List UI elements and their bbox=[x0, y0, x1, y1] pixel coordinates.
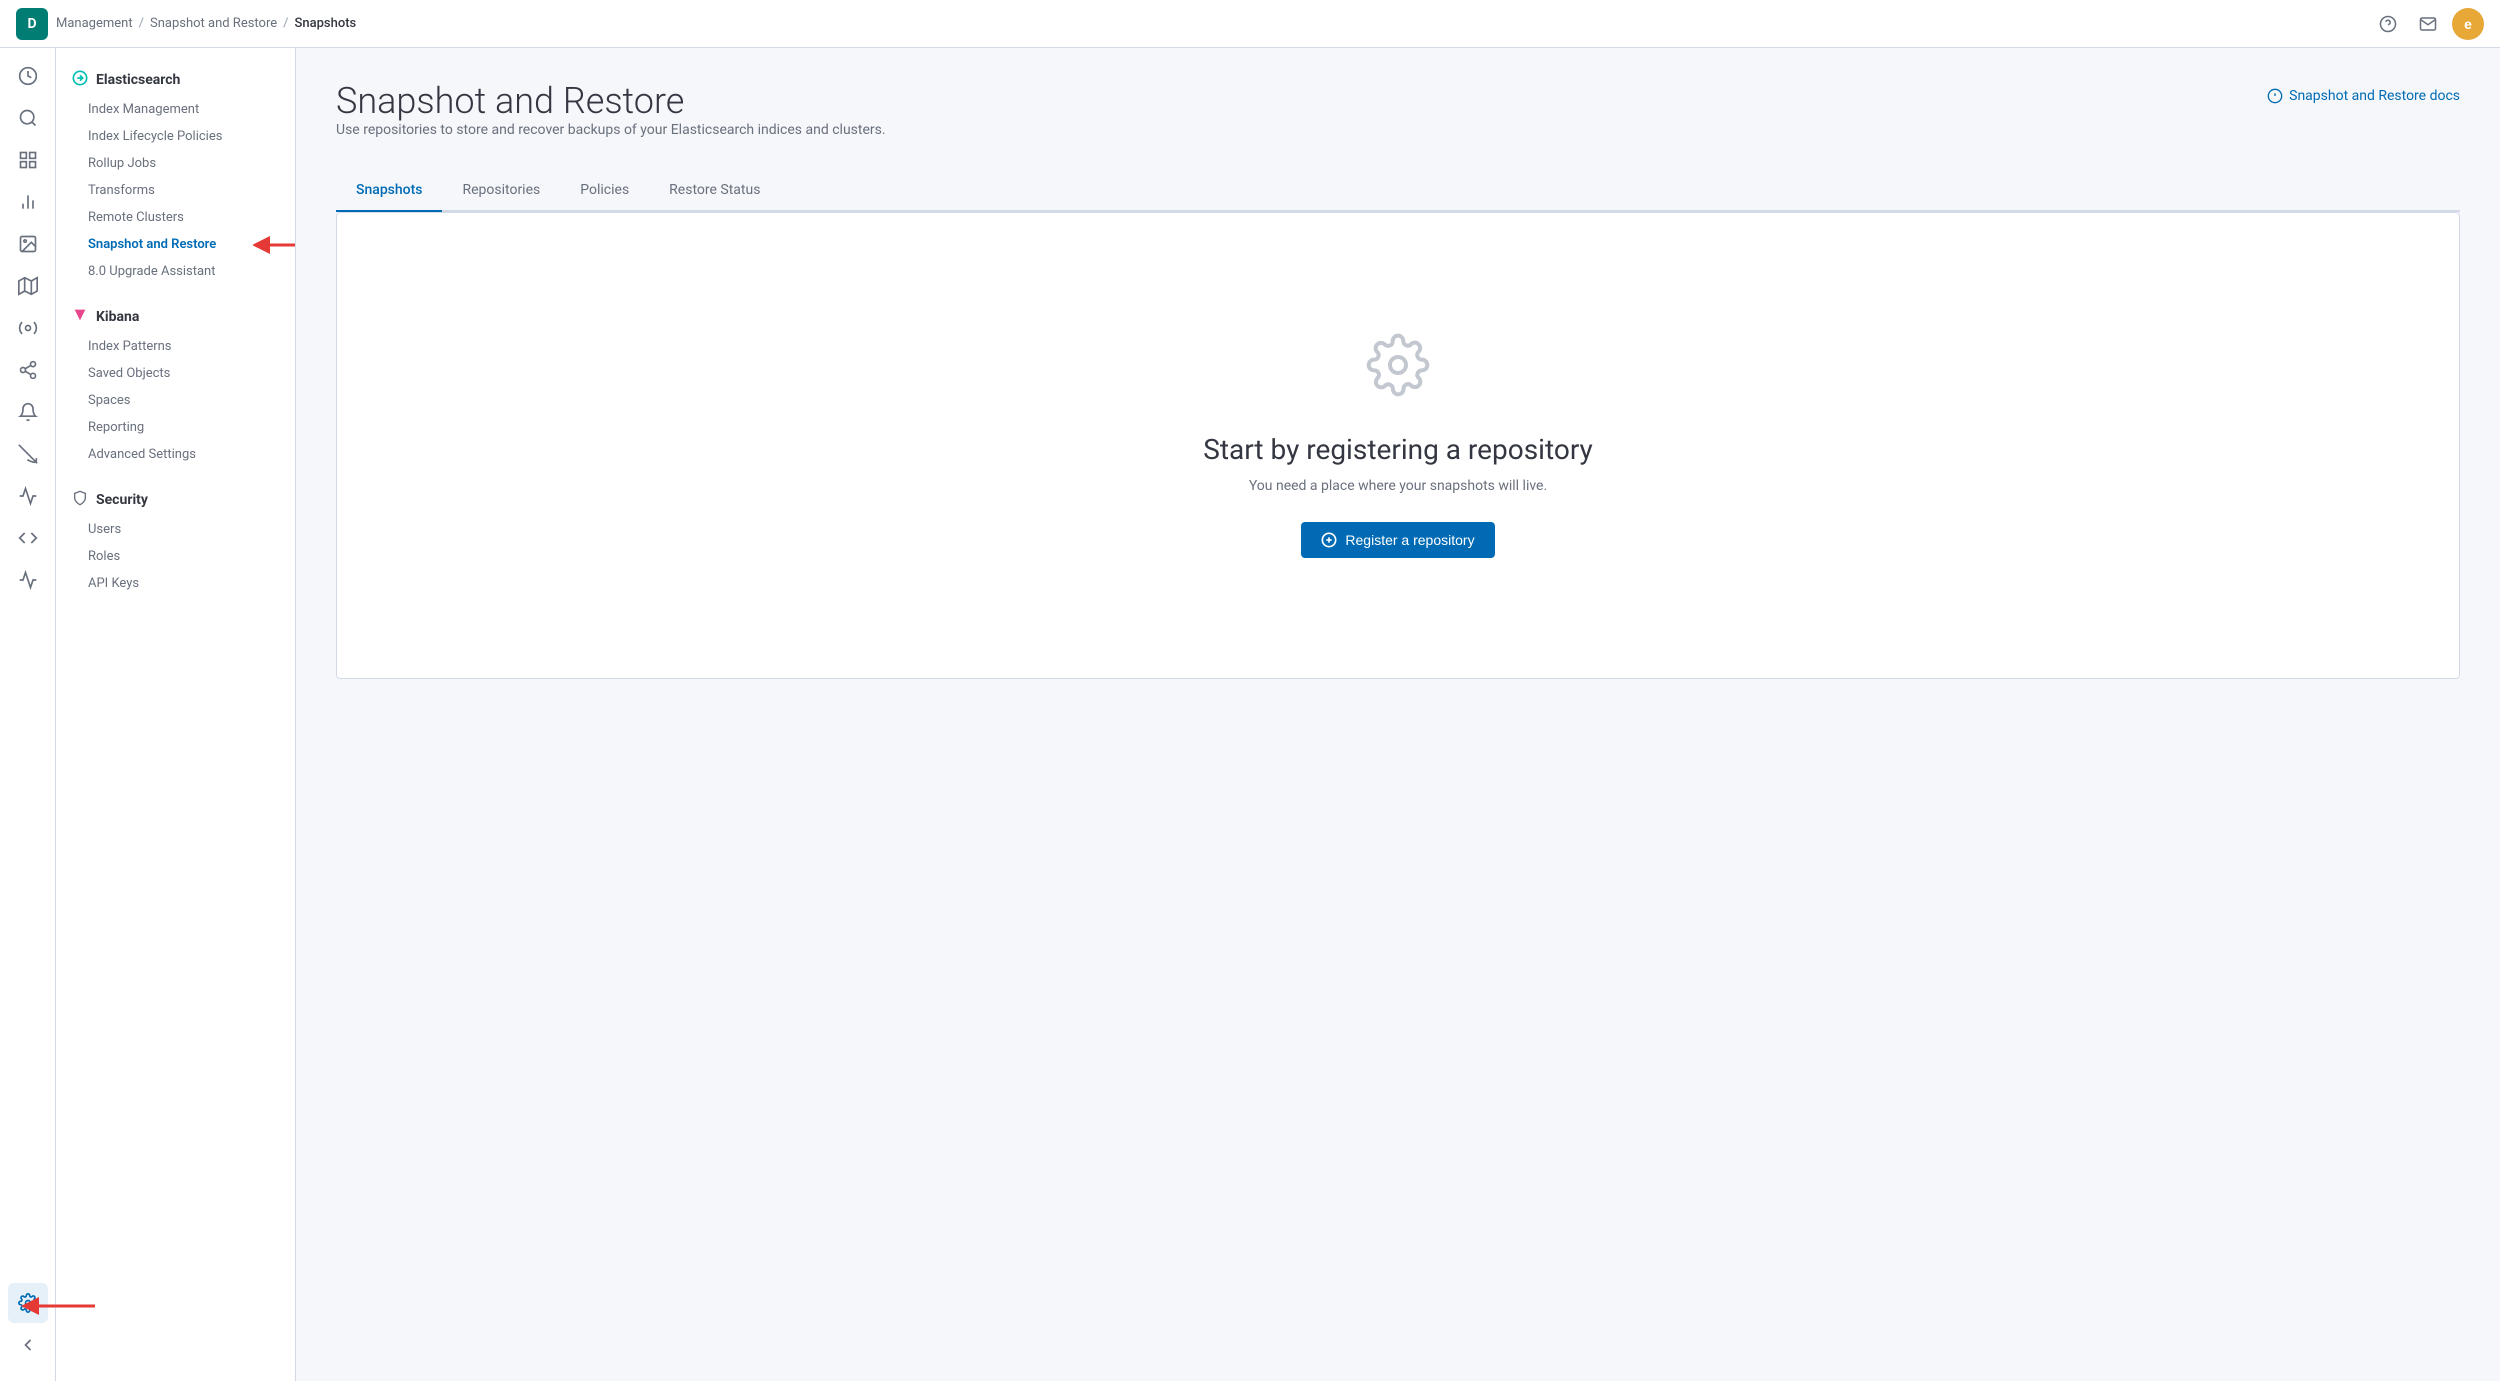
rail-icon-uptime[interactable] bbox=[8, 476, 48, 516]
help-button[interactable] bbox=[2372, 8, 2404, 40]
kibana-icon bbox=[72, 307, 88, 327]
rail-icon-visualize[interactable] bbox=[8, 182, 48, 222]
breadcrumb-management[interactable]: Management bbox=[56, 16, 133, 31]
sidebar-item-reporting[interactable]: Reporting bbox=[56, 414, 295, 441]
sidebar-item-snapshot-and-restore[interactable]: Snapshot and Restore bbox=[56, 231, 295, 258]
sidebar-item-rollup-jobs[interactable]: Rollup Jobs bbox=[56, 150, 295, 177]
main-layout: Elasticsearch Index Management Index Lif… bbox=[0, 48, 2500, 1381]
mail-button[interactable] bbox=[2412, 8, 2444, 40]
sidebar-item-remote-clusters[interactable]: Remote Clusters bbox=[56, 204, 295, 231]
empty-state: Start by registering a repository You ne… bbox=[377, 253, 2419, 638]
rail-icon-management[interactable] bbox=[8, 1283, 48, 1323]
docs-link-icon bbox=[2267, 88, 2283, 104]
tab-repositories[interactable]: Repositories bbox=[442, 170, 560, 212]
breadcrumb-snapshot-restore[interactable]: Snapshot and Restore bbox=[150, 16, 277, 31]
app-logo[interactable]: D bbox=[16, 8, 48, 40]
rail-icon-ml[interactable] bbox=[8, 308, 48, 348]
empty-state-title: Start by registering a repository bbox=[1203, 433, 1593, 466]
elasticsearch-label: Elasticsearch bbox=[96, 72, 180, 88]
sidebar-item-saved-objects[interactable]: Saved Objects bbox=[56, 360, 295, 387]
rail-icon-apm[interactable] bbox=[8, 434, 48, 474]
content-area: Snapshot and Restore Use repositories to… bbox=[296, 48, 2500, 1381]
page-title: Snapshot and Restore bbox=[336, 80, 886, 122]
sidebar-item-api-keys[interactable]: API Keys bbox=[56, 570, 295, 597]
elasticsearch-section-header: Elasticsearch bbox=[56, 64, 295, 96]
tab-policies[interactable]: Policies bbox=[560, 170, 649, 212]
empty-state-icon bbox=[1366, 333, 1430, 413]
top-nav-right: e bbox=[2372, 8, 2484, 40]
content-panel: Start by registering a repository You ne… bbox=[336, 212, 2460, 679]
sidebar-item-advanced-settings[interactable]: Advanced Settings bbox=[56, 441, 295, 468]
rail-icon-graph[interactable] bbox=[8, 350, 48, 390]
rail-icon-discover[interactable] bbox=[8, 98, 48, 138]
security-section-header: Security bbox=[56, 484, 295, 516]
sidebar-item-index-patterns[interactable]: Index Patterns bbox=[56, 333, 295, 360]
rail-icon-stack-monitoring[interactable] bbox=[8, 560, 48, 600]
empty-state-description: You need a place where your snapshots wi… bbox=[1249, 478, 1547, 494]
page-subtitle: Use repositories to store and recover ba… bbox=[336, 122, 886, 138]
icon-rail bbox=[0, 48, 56, 1381]
rail-icon-recent[interactable] bbox=[8, 56, 48, 96]
breadcrumb: Management / Snapshot and Restore / Snap… bbox=[56, 16, 356, 31]
tabs: Snapshots Repositories Policies Restore … bbox=[336, 170, 2460, 212]
rail-icon-dev-tools[interactable] bbox=[8, 518, 48, 558]
register-repository-button[interactable]: Register a repository bbox=[1301, 522, 1494, 558]
sidebar-item-spaces[interactable]: Spaces bbox=[56, 387, 295, 414]
sidebar: Elasticsearch Index Management Index Lif… bbox=[56, 48, 296, 1381]
kibana-section-header: Kibana bbox=[56, 301, 295, 333]
security-label: Security bbox=[96, 492, 148, 508]
docs-link-label: Snapshot and Restore docs bbox=[2289, 88, 2460, 104]
rail-icon-maps[interactable] bbox=[8, 266, 48, 306]
breadcrumb-current: Snapshots bbox=[295, 16, 357, 31]
rail-icon-alerting[interactable] bbox=[8, 392, 48, 432]
register-btn-icon bbox=[1321, 532, 1337, 548]
sidebar-section-security: Security Users Roles API Keys bbox=[56, 484, 295, 597]
security-icon bbox=[72, 490, 88, 510]
sidebar-item-upgrade-assistant[interactable]: 8.0 Upgrade Assistant bbox=[56, 258, 295, 285]
user-avatar[interactable]: e bbox=[2452, 8, 2484, 40]
top-nav: D Management / Snapshot and Restore / Sn… bbox=[0, 0, 2500, 48]
kibana-label: Kibana bbox=[96, 309, 139, 325]
breadcrumb-sep-1: / bbox=[139, 16, 144, 31]
page-header: Snapshot and Restore Use repositories to… bbox=[336, 80, 2460, 162]
sidebar-section-elasticsearch: Elasticsearch Index Management Index Lif… bbox=[56, 64, 295, 285]
sidebar-section-kibana: Kibana Index Patterns Saved Objects Spac… bbox=[56, 301, 295, 468]
elasticsearch-icon bbox=[72, 70, 88, 90]
register-btn-label: Register a repository bbox=[1345, 532, 1474, 548]
tab-restore-status[interactable]: Restore Status bbox=[649, 170, 780, 212]
tab-snapshots[interactable]: Snapshots bbox=[336, 170, 442, 212]
docs-link[interactable]: Snapshot and Restore docs bbox=[2267, 88, 2460, 104]
breadcrumb-sep-2: / bbox=[283, 16, 288, 31]
sidebar-item-index-lifecycle-policies[interactable]: Index Lifecycle Policies bbox=[56, 123, 295, 150]
sidebar-item-users[interactable]: Users bbox=[56, 516, 295, 543]
sidebar-item-transforms[interactable]: Transforms bbox=[56, 177, 295, 204]
rail-icon-dashboard[interactable] bbox=[8, 140, 48, 180]
sidebar-item-index-management[interactable]: Index Management bbox=[56, 96, 295, 123]
sidebar-item-roles[interactable]: Roles bbox=[56, 543, 295, 570]
rail-icon-canvas[interactable] bbox=[8, 224, 48, 264]
rail-icon-collapse[interactable] bbox=[8, 1325, 48, 1365]
